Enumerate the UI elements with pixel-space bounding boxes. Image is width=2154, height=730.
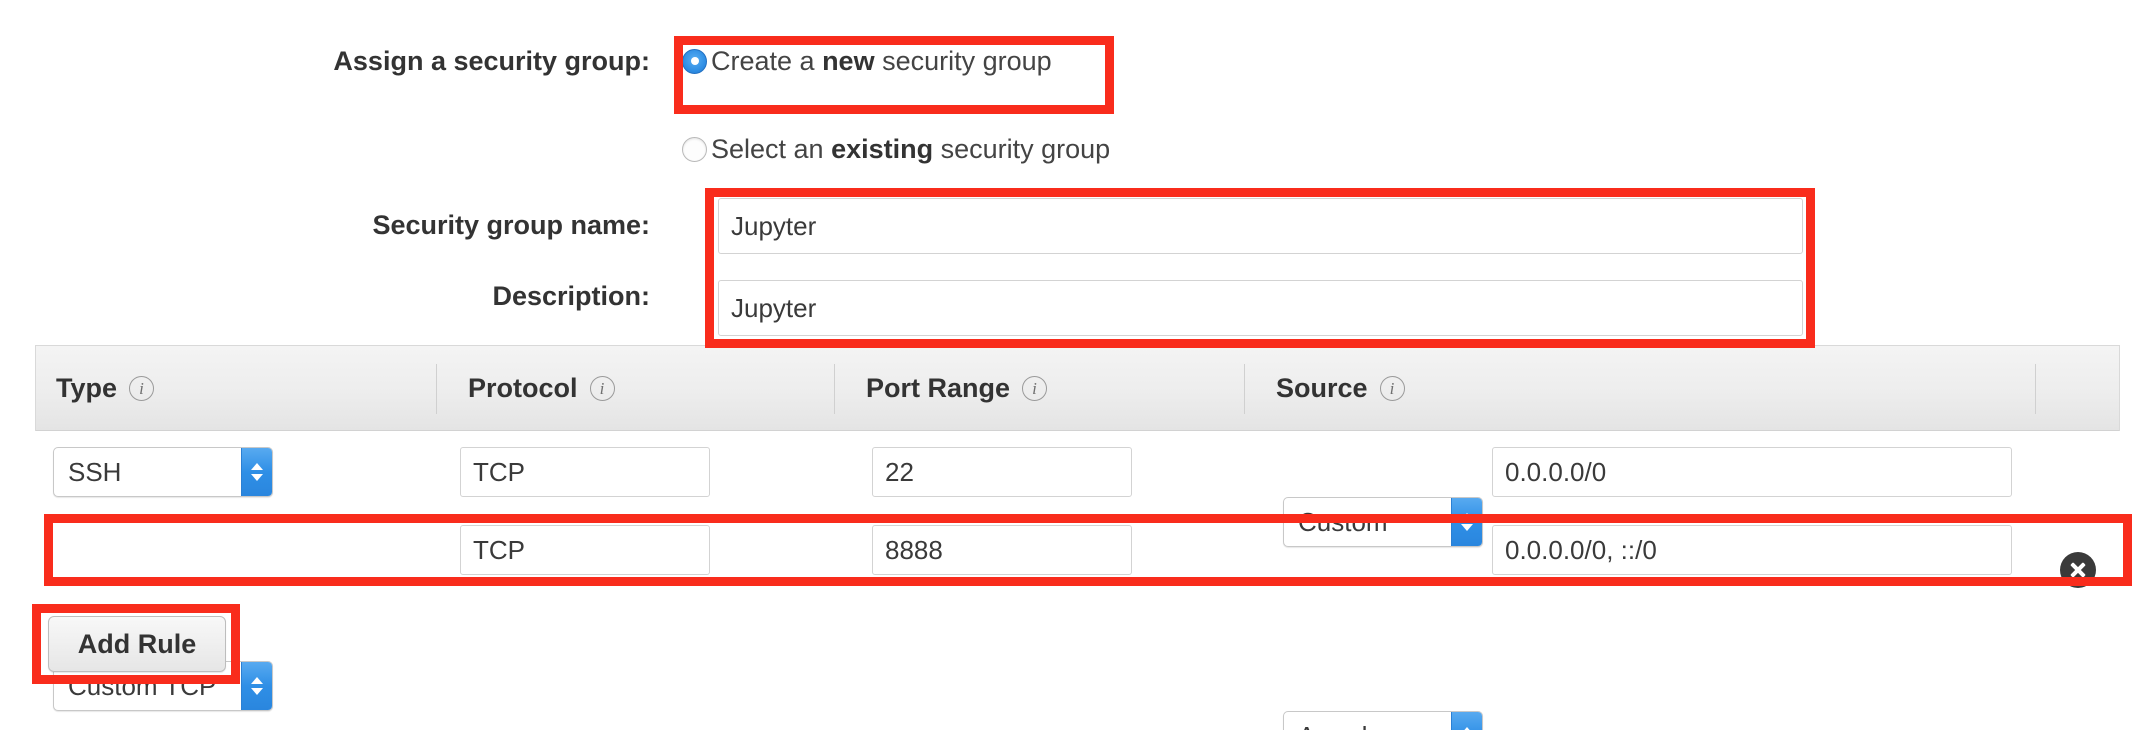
header-divider-2 xyxy=(834,364,835,414)
table-row-1-source-type-value: Anywhere xyxy=(1284,712,1451,730)
assign-security-group-label: Assign a security group: xyxy=(333,46,650,76)
table-row-0-source-value-input[interactable] xyxy=(1492,447,2012,497)
table-row-1-type-stepper-icon[interactable] xyxy=(241,662,272,710)
type-info-icon[interactable]: i xyxy=(129,375,155,401)
table-row-0-port-range-input[interactable] xyxy=(872,447,1132,497)
column-header-source: Source i xyxy=(1276,346,1405,430)
radio-create-new-label: Create a new security group xyxy=(711,45,1052,76)
security-group-configuration-panel: Assign a security group: Create a new se… xyxy=(0,0,2154,730)
column-header-type: Type i xyxy=(56,346,155,430)
table-row-1-source-select[interactable]: Anywhere xyxy=(1283,711,1483,730)
table-row-1-protocol-input[interactable] xyxy=(460,525,710,575)
table-row-0-type-select[interactable]: SSH xyxy=(53,447,273,497)
table-row-1-source-stepper-icon[interactable] xyxy=(1451,712,1482,730)
rules-table-header-row: Type i Protocol i Port Range i Source i xyxy=(36,346,2119,431)
radio-option-select-existing-security-group[interactable]: Select an existing security group xyxy=(682,132,1110,166)
table-row-0-delete-button[interactable] xyxy=(2060,552,2096,588)
column-header-port-range: Port Range i xyxy=(866,346,1048,430)
header-divider-4 xyxy=(2035,364,2036,414)
header-divider-3 xyxy=(1244,364,1245,414)
radio-select-existing-icon[interactable] xyxy=(682,136,707,162)
description-input[interactable] xyxy=(718,280,1803,336)
column-header-protocol: Protocol i xyxy=(468,346,615,430)
table-row-1-port-range-input[interactable] xyxy=(872,525,1132,575)
protocol-info-icon[interactable]: i xyxy=(589,375,615,401)
radio-select-existing-label: Select an existing security group xyxy=(711,133,1111,164)
table-row-0-type-value: SSH xyxy=(68,456,122,487)
add-rule-button[interactable]: Add Rule xyxy=(48,616,226,672)
table-row-0-protocol-input[interactable] xyxy=(460,447,710,497)
radio-option-create-new-security-group[interactable]: Create a new security group xyxy=(682,44,1052,78)
description-label: Description: xyxy=(492,281,650,311)
security-group-name-label: Security group name: xyxy=(372,210,650,240)
rules-table-header-container: Type i Protocol i Port Range i Source i xyxy=(35,345,2120,431)
table-row-1-source-value-input[interactable] xyxy=(1492,525,2012,575)
header-divider-1 xyxy=(436,364,437,414)
radio-create-new-icon[interactable] xyxy=(682,48,707,74)
table-row-0-source-select[interactable]: Custom xyxy=(1283,497,1483,547)
port-range-info-icon[interactable]: i xyxy=(1022,375,1048,401)
source-info-icon[interactable]: i xyxy=(1379,375,1405,401)
table-row-0-source-type-value: Custom xyxy=(1298,506,1388,537)
security-group-name-input[interactable] xyxy=(718,198,1803,254)
table-row-0-source-stepper-icon[interactable] xyxy=(1451,498,1482,546)
table-row-0-type-stepper-icon[interactable] xyxy=(241,448,272,496)
